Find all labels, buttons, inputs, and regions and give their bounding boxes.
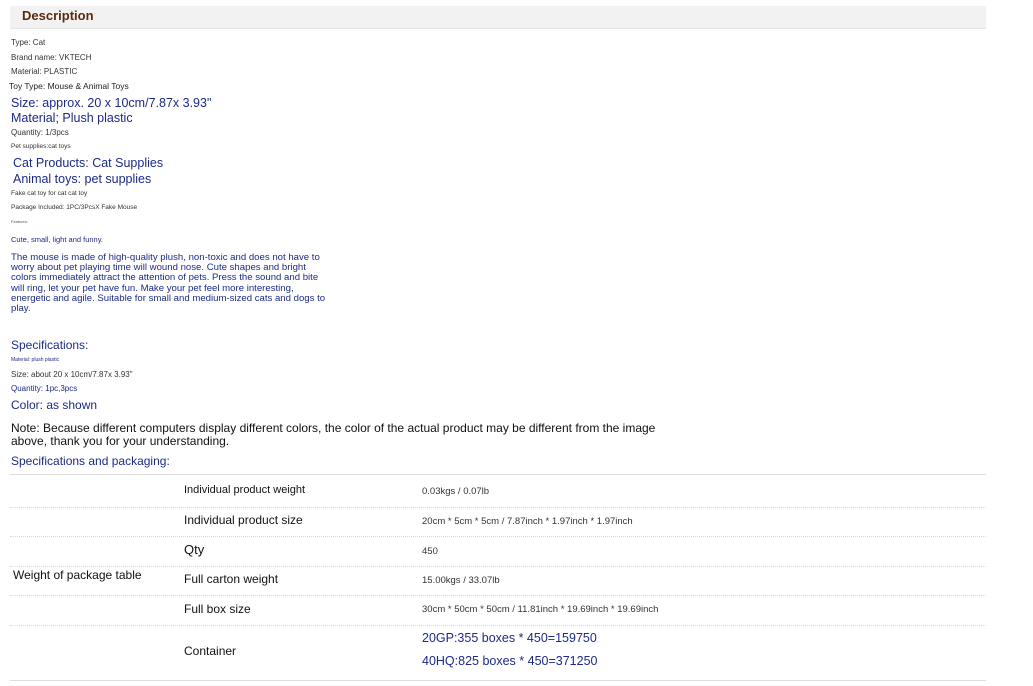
- spec-material: Material: plush plastic: [11, 357, 60, 363]
- row-divider: [10, 595, 986, 596]
- description-title: Description: [22, 8, 94, 23]
- spec-color: Color: as shown: [11, 398, 98, 412]
- row-label: Full box size: [184, 602, 251, 616]
- row-divider: [10, 507, 986, 508]
- description-header: Description: [10, 6, 986, 29]
- container-value-20gp: 20GP:355 boxes * 450=159750: [422, 631, 597, 645]
- table-top-border: [10, 474, 986, 475]
- spec-size: Size: about 20 x 10cm/7.87x 3.93": [11, 370, 133, 379]
- spec-quantity: Quantity: 1pc,3pcs: [11, 384, 78, 393]
- packaging-heading: Specifications and packaging:: [11, 454, 170, 468]
- features-summary: Cute, small, light and funny.: [11, 235, 103, 244]
- table-bottom-border: [10, 680, 986, 681]
- attribute-brand: Brand name: VKTECH: [11, 53, 92, 62]
- package-table: Weight of package table Individual produ…: [10, 474, 986, 682]
- quantity-line: Quantity: 1/3pcs: [11, 128, 69, 137]
- row-label: Full carton weight: [184, 572, 279, 586]
- attribute-material: Material: PLASTIC: [11, 67, 78, 76]
- row-label: Individual product size: [184, 513, 303, 527]
- row-value: 30cm * 50cm * 50cm / 11.81inch * 19.69in…: [422, 604, 659, 615]
- attribute-toy-type: Toy Type: Mouse & Animal Toys: [9, 81, 129, 91]
- row-divider: [10, 536, 986, 537]
- pet-supplies-line: Pet supplies:cat toys: [11, 143, 71, 150]
- package-included-line: Package Included: 1PC/3PcsX Fake Mouse: [11, 204, 138, 211]
- row-label: Qty: [184, 542, 205, 557]
- color-note: Note: Because different computers displa…: [11, 421, 656, 448]
- row-value: 0.03kgs / 0.07lb: [422, 486, 490, 497]
- features-label: Features:: [11, 219, 28, 224]
- fake-toy-line: Fake cat toy for cat cat toy: [11, 190, 88, 197]
- row-value: 15.00kgs / 33.07lb: [422, 575, 500, 586]
- row-value: 20cm * 5cm * 5cm / 7.87inch * 1.97inch *…: [422, 516, 633, 527]
- animal-toys-line: Animal toys: pet supplies: [13, 172, 152, 186]
- table-row-header: Weight of package table: [13, 568, 142, 582]
- row-label: Individual product weight: [184, 484, 306, 496]
- material-highlight: Material; Plush plastic: [11, 111, 133, 125]
- row-value: 450: [422, 546, 438, 557]
- cat-products-line: Cat Products: Cat Supplies: [13, 156, 164, 170]
- container-value-40hq: 40HQ:825 boxes * 450=371250: [422, 654, 598, 668]
- features-paragraph: The mouse is made of high-quality plush,…: [11, 252, 326, 315]
- row-label: Container: [184, 644, 237, 658]
- specifications-heading: Specifications:: [11, 338, 89, 352]
- attribute-type: Type: Cat: [11, 38, 46, 47]
- row-divider: [10, 566, 986, 567]
- row-divider: [10, 625, 986, 626]
- size-highlight: Size: approx. 20 x 10cm/7.87x 3.93": [11, 96, 212, 110]
